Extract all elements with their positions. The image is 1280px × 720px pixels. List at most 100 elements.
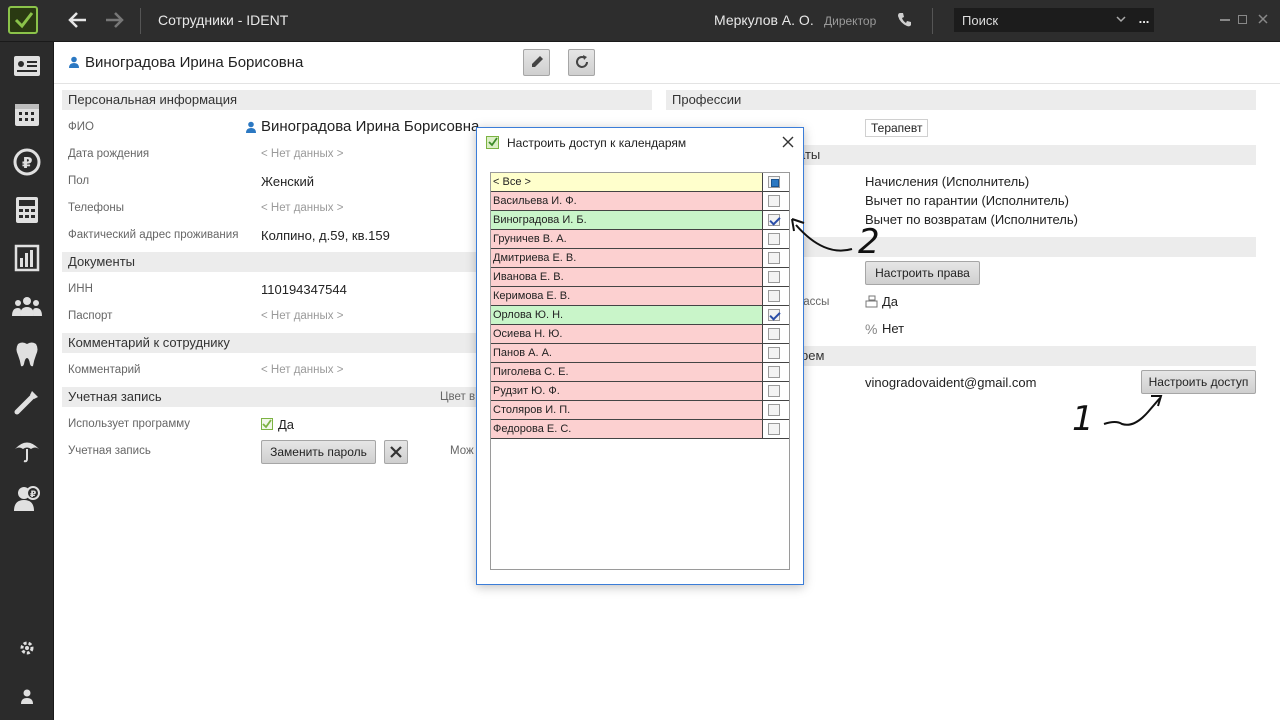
color-label-partial: Цвет в <box>440 391 476 403</box>
clear-account-button[interactable] <box>384 440 408 464</box>
sidebar-item-patient-payments-icon[interactable]: ₽ <box>9 480 45 516</box>
list-item-name: Дмитриева Е. В. <box>491 249 763 267</box>
dialog-title: Настроить доступ к календарям <box>507 136 687 150</box>
profession-tag[interactable]: Терапевт <box>865 119 929 137</box>
list-item[interactable]: Груничев В. А. <box>491 230 789 249</box>
phones-value[interactable]: < Нет данных > <box>261 202 343 214</box>
search-input[interactable]: Поиск <box>962 13 998 28</box>
annotation-arrow-2: 2 <box>788 213 892 263</box>
sidebar-item-payments-icon[interactable]: ₽ <box>9 144 45 180</box>
sidebar-item-tooth-icon[interactable] <box>9 336 45 372</box>
refresh-button[interactable] <box>568 49 595 76</box>
pencil-icon <box>531 56 543 67</box>
uses-program-label: Использует программу <box>68 418 191 430</box>
sidebar-item-reports-icon[interactable] <box>9 240 45 276</box>
list-item-checkbox[interactable] <box>768 347 780 359</box>
search-box[interactable]: Поиск <box>954 8 1134 32</box>
section-account: Учетная запись <box>62 387 482 407</box>
sidebar-item-calculator-icon[interactable] <box>9 192 45 228</box>
list-item-name: Осиева Н. Ю. <box>491 325 763 343</box>
top-divider <box>140 8 141 34</box>
change-password-button[interactable]: Заменить пароль <box>261 440 376 464</box>
list-item[interactable]: Панов А. А. <box>491 344 789 363</box>
window-title: Сотрудники - IDENT <box>158 12 289 28</box>
list-item-checkbox[interactable] <box>768 290 780 302</box>
list-item[interactable]: Столяров И. П. <box>491 401 789 420</box>
list-item-checkbox[interactable] <box>768 176 780 188</box>
list-item[interactable]: Васильева И. Ф. <box>491 192 789 211</box>
settings-gear-icon[interactable] <box>9 630 45 666</box>
list-item[interactable]: Орлова Ю. Н. <box>491 306 789 325</box>
annotation-arrow-1: 1 <box>1072 382 1172 442</box>
list-item[interactable]: Иванова Е. В. <box>491 268 789 287</box>
birth-value[interactable]: < Нет данных > <box>261 148 343 160</box>
section-comment: Комментарий к сотруднику <box>62 333 482 353</box>
list-item-name: Васильева И. Ф. <box>491 192 763 210</box>
list-item-name: Иванова Е. В. <box>491 268 763 286</box>
list-item-name: Груничев В. А. <box>491 230 763 248</box>
comment-value[interactable]: < Нет данных > <box>261 364 343 376</box>
profile-user-icon[interactable] <box>9 678 45 714</box>
edit-button[interactable] <box>523 49 550 76</box>
phone-icon[interactable] <box>896 11 914 29</box>
list-item[interactable]: Пиголева С. Е. <box>491 363 789 382</box>
inn-label: ИНН <box>68 283 93 295</box>
list-item[interactable]: Дмитриева Е. В. <box>491 249 789 268</box>
list-item-checkbox[interactable] <box>768 423 780 435</box>
list-item[interactable]: Керимова Е. В. <box>491 287 789 306</box>
passport-label: Паспорт <box>68 310 113 322</box>
list-item-checkbox[interactable] <box>768 214 780 226</box>
list-item-checkbox[interactable] <box>768 328 780 340</box>
header-person-icon <box>69 56 79 68</box>
cash-value: Да <box>882 294 899 309</box>
svg-text:₽: ₽ <box>22 154 32 172</box>
list-item[interactable]: Рудзит Ю. Ф. <box>491 382 789 401</box>
list-item-checkbox[interactable] <box>768 385 780 397</box>
list-item-name: Столяров И. П. <box>491 401 763 419</box>
maximize-icon[interactable] <box>1238 15 1247 24</box>
birth-label: Дата рождения <box>68 148 150 160</box>
uses-program-checkbox[interactable] <box>261 418 273 430</box>
section-professions: Профессии <box>666 90 1256 110</box>
passport-value[interactable]: < Нет данных > <box>261 310 343 322</box>
list-item-checkbox[interactable] <box>768 366 780 378</box>
list-item-checkbox[interactable] <box>768 271 780 283</box>
email-value: vinogradovaident@gmail.com <box>865 375 1037 390</box>
list-item[interactable]: Осиева Н. Ю. <box>491 325 789 344</box>
list-item[interactable]: < Все > <box>491 173 789 192</box>
sidebar-item-tools-icon[interactable] <box>9 384 45 420</box>
header-separator <box>54 83 1280 84</box>
sidebar-item-employees-icon[interactable] <box>9 288 45 324</box>
close-window-icon[interactable] <box>1257 13 1269 25</box>
annotation-1-label: 1 <box>1072 399 1094 439</box>
list-item-checkbox[interactable] <box>768 195 780 207</box>
user-name[interactable]: Меркулов А. О. <box>714 12 814 28</box>
svg-text:₽: ₽ <box>30 490 36 500</box>
forward-arrow-icon[interactable] <box>102 9 126 31</box>
list-item-name: Виноградова И. Б. <box>491 211 763 229</box>
list-item-checkbox[interactable] <box>768 252 780 264</box>
back-arrow-icon[interactable] <box>66 9 90 31</box>
chevron-down-icon[interactable] <box>1115 13 1127 25</box>
list-item-checkbox[interactable] <box>768 233 780 245</box>
sidebar-item-insurance-icon[interactable] <box>9 432 45 468</box>
list-item-checkbox[interactable] <box>768 404 780 416</box>
list-item-name: Орлова Ю. Н. <box>491 306 763 324</box>
sidebar-item-calendar-icon[interactable] <box>9 96 45 132</box>
comment-label: Комментарий <box>68 364 141 376</box>
section-personal-info: Персональная информация <box>62 90 652 110</box>
fio-person-icon <box>246 121 256 133</box>
search-more-button[interactable]: ... <box>1134 8 1154 32</box>
dialog-close-icon[interactable] <box>782 136 794 148</box>
refresh-icon <box>575 55 588 68</box>
list-item-checkbox[interactable] <box>768 309 780 321</box>
payment-item-1: Начисления (Исполнитель) <box>865 174 1030 189</box>
minimize-icon[interactable] <box>1220 19 1230 21</box>
sidebar-item-patients-card-icon[interactable] <box>9 48 45 84</box>
top-divider-2 <box>932 8 933 34</box>
app-logo-icon[interactable] <box>8 6 38 34</box>
calendar-access-list[interactable]: < Все > Васильева И. Ф. Виноградова И. Б. Г… <box>490 172 790 570</box>
list-item[interactable]: Виноградова И. Б. <box>491 211 789 230</box>
configure-rights-button[interactable]: Настроить права <box>865 261 980 285</box>
list-item[interactable]: Федорова Е. С. <box>491 420 789 439</box>
